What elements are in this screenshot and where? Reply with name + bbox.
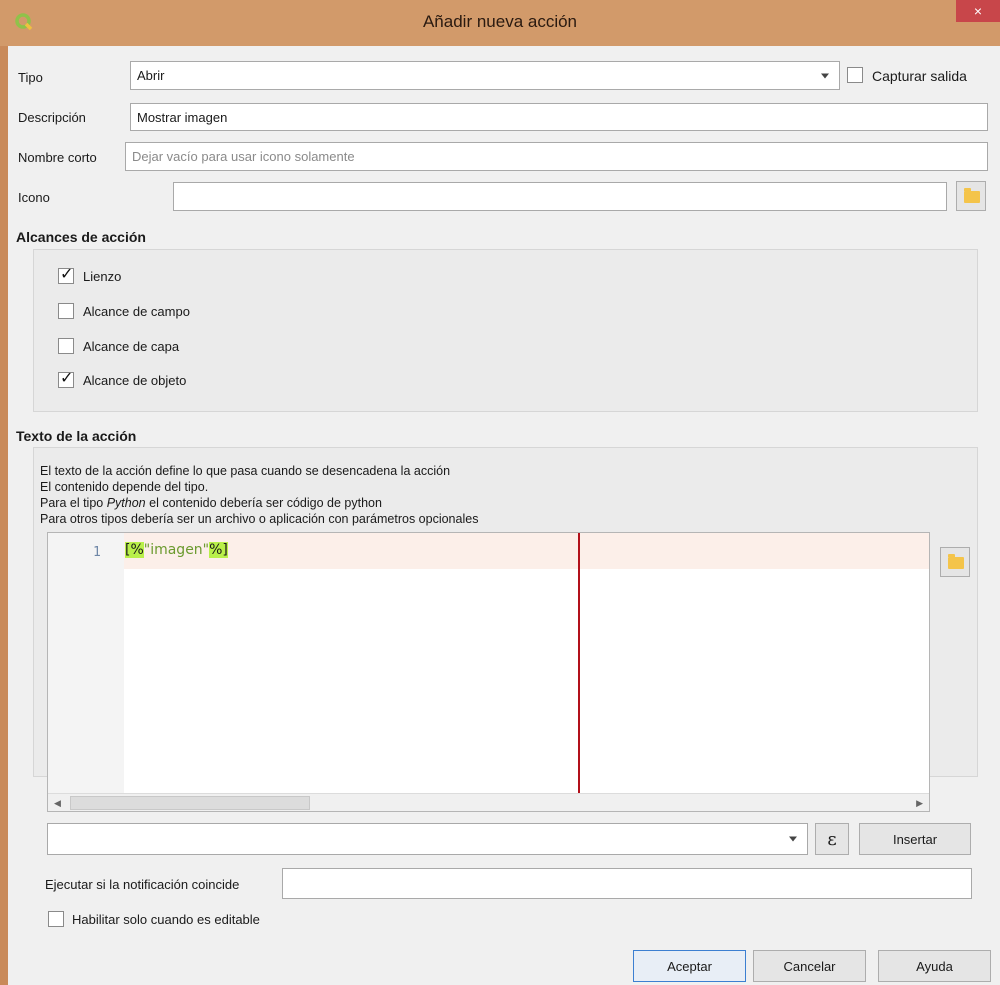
scroll-thumb[interactable]: [70, 796, 310, 810]
action-text-title: Texto de la acción: [16, 428, 137, 444]
short-name-label: Nombre corto: [18, 150, 97, 165]
scroll-left-icon[interactable]: ◀: [54, 798, 61, 809]
capture-output-label: Capturar salida: [872, 68, 967, 84]
scope-layer-label: Alcance de capa: [83, 339, 180, 354]
expression-button[interactable]: ε: [815, 823, 849, 855]
horizontal-scrollbar[interactable]: ◀ ▶: [48, 793, 929, 811]
help-line-3-prefix: Para el tipo: [40, 496, 107, 510]
scope-canvas-checkbox[interactable]: ✓: [58, 266, 74, 284]
expression-icon: ε: [827, 828, 837, 850]
field-select[interactable]: [47, 823, 808, 855]
scope-feature-label: Alcance de objeto: [83, 373, 187, 388]
line-number-gutter: [48, 533, 124, 811]
help-line-2: El contenido depende del tipo.: [40, 480, 209, 494]
help-line-3: Para el tipo Python el contenido debería…: [40, 496, 382, 510]
type-select-value: Abrir: [137, 68, 165, 83]
short-name-field[interactable]: Dejar vacío para usar icono solamente: [125, 142, 988, 171]
insert-button[interactable]: Insertar: [859, 823, 971, 855]
scope-canvas-label: Lienzo: [83, 269, 122, 284]
description-label: Descripción: [18, 110, 86, 125]
code-bracket-open: [%: [125, 542, 144, 558]
checkmark-icon: ✓: [60, 370, 74, 387]
chevron-down-icon: [789, 836, 797, 842]
line-number: 1: [93, 545, 101, 560]
dialog-title: Añadir nueva acción: [422, 12, 578, 31]
chevron-down-icon: [821, 73, 829, 78]
checkmark-icon: ✓: [60, 266, 74, 283]
help-button[interactable]: Ayuda: [878, 950, 991, 982]
scopes-title: Alcances de acción: [16, 229, 146, 245]
scope-field-label: Alcance de campo: [83, 304, 190, 319]
folder-icon: [948, 554, 964, 569]
code-string: "imagen": [143, 542, 210, 558]
current-line-highlight: [124, 533, 929, 569]
type-select[interactable]: Abrir: [130, 61, 840, 90]
title-bar: Añadir nueva acción ×: [0, 0, 1000, 46]
short-name-placeholder: Dejar vacío para usar icono solamente: [132, 149, 355, 164]
close-icon: ×: [973, 3, 983, 19]
help-line-1: El texto de la acción define lo que pasa…: [40, 464, 451, 478]
icon-label: Icono: [18, 190, 50, 205]
code-browse-button[interactable]: [940, 547, 970, 577]
cancel-button[interactable]: Cancelar: [753, 950, 866, 982]
notification-field[interactable]: [282, 868, 972, 899]
scope-field-checkbox[interactable]: [58, 303, 74, 319]
help-line-4: Para otros tipos debería ser un archivo …: [40, 512, 479, 526]
action-code-editor[interactable]: 1 [%"imagen"%] ◀ ▶: [47, 532, 930, 812]
dialog-body: Tipo Abrir Capturar salida Descripción M…: [8, 46, 1000, 985]
scope-feature-checkbox[interactable]: ✓: [58, 370, 74, 388]
folder-icon: [964, 188, 980, 203]
scope-layer-checkbox[interactable]: [58, 338, 74, 354]
capture-output-checkbox[interactable]: [847, 67, 863, 83]
code-line-1: [%"imagen"%]: [125, 542, 228, 558]
close-button[interactable]: ×: [956, 0, 1000, 22]
description-field[interactable]: Mostrar imagen: [130, 103, 988, 131]
editable-only-label: Habilitar solo cuando es editable: [72, 912, 260, 927]
notification-label: Ejecutar si la notificación coincide: [45, 877, 240, 892]
help-line-3-suffix: el contenido debería ser código de pytho…: [145, 496, 382, 510]
icon-path-field[interactable]: [173, 182, 947, 211]
help-line-3-python: Python: [106, 496, 146, 510]
type-label: Tipo: [18, 70, 43, 85]
scroll-right-icon[interactable]: ▶: [916, 798, 923, 809]
editable-only-checkbox[interactable]: [48, 911, 64, 927]
description-value: Mostrar imagen: [137, 109, 228, 125]
code-bracket-close: %]: [209, 542, 228, 558]
icon-browse-button[interactable]: [956, 181, 986, 211]
dialog-window: Añadir nueva acción × Tipo Abrir Captura…: [0, 0, 1000, 985]
edge-marker-line: [578, 533, 580, 796]
accept-button[interactable]: Aceptar: [633, 950, 746, 982]
